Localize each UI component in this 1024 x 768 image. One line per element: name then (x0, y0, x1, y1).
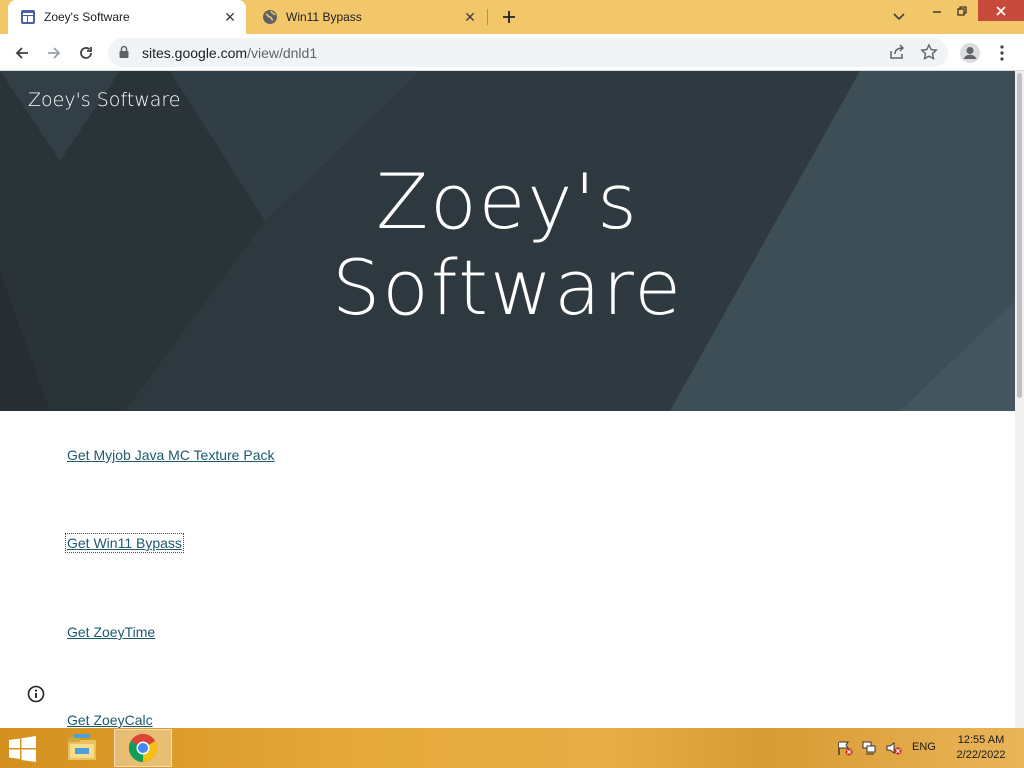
tab-search-button[interactable] (888, 7, 910, 27)
tab-separator (487, 9, 488, 25)
hero-banner: Zoey's Software Zoey's Software (0, 71, 1015, 411)
globe-icon (262, 9, 278, 25)
new-tab-button[interactable] (497, 5, 521, 29)
arrow-right-icon (48, 47, 61, 59)
chrome-icon (129, 734, 157, 762)
tab-win11-bypass[interactable]: Win11 Bypass ✕ (250, 0, 486, 34)
plus-icon (503, 11, 515, 23)
close-icon (996, 5, 1006, 16)
link-zoeycalc[interactable]: Get ZoeyCalc (67, 712, 153, 728)
restore-button[interactable] (950, 0, 974, 22)
close-window-button[interactable] (978, 0, 1024, 21)
windows-logo-icon (9, 736, 36, 762)
chevron-down-icon (893, 13, 905, 21)
google-sites-icon (20, 9, 36, 25)
info-icon (27, 685, 45, 703)
reload-button[interactable] (72, 39, 100, 67)
link-zoeytime[interactable]: Get ZoeyTime (67, 624, 155, 640)
link-win11-bypass[interactable]: Get Win11 Bypass (65, 533, 184, 553)
url-text[interactable]: sites.google.com/view/dnld1 (142, 45, 317, 61)
arrow-left-icon (15, 47, 28, 59)
forward-button[interactable] (40, 39, 68, 67)
site-name[interactable]: Zoey's Software (28, 89, 181, 111)
link-myjob-texture-pack[interactable]: Get Myjob Java MC Texture Pack (67, 447, 274, 463)
start-button[interactable] (8, 736, 40, 762)
hero-title-line-1: Zoey's (376, 157, 639, 246)
input-language[interactable]: ENG (912, 741, 936, 753)
windows-taskbar: ENG 12:55 AM 2/22/2022 (0, 728, 1024, 768)
volume-muted-icon[interactable] (885, 740, 903, 756)
page-viewport: Zoey's Software Zoey's Software Get Myjo… (0, 71, 1024, 728)
menu-button[interactable] (988, 39, 1016, 67)
taskbar-file-explorer[interactable] (53, 729, 111, 767)
restore-icon (957, 6, 967, 16)
browser-toolbar: sites.google.com/view/dnld1 (0, 34, 1024, 71)
profile-button[interactable] (956, 39, 984, 67)
scrollbar-thumb[interactable] (1017, 73, 1022, 398)
minimize-icon (933, 11, 941, 13)
reload-icon (80, 47, 92, 59)
avatar-icon (960, 43, 980, 63)
clock-time: 12:55 AM (957, 734, 1005, 746)
tab-title: Zoey's Software (44, 10, 130, 24)
url-path: /view/dnld1 (247, 45, 318, 61)
address-bar[interactable]: sites.google.com/view/dnld1 (108, 38, 948, 67)
back-button[interactable] (8, 39, 36, 67)
network-icon[interactable] (861, 740, 879, 756)
clock-date: 2/22/2022 (956, 749, 1006, 761)
bookmark-star-icon[interactable] (920, 43, 938, 66)
hero-title-line-2: Software (331, 243, 684, 332)
taskbar-chrome[interactable] (114, 729, 172, 767)
tab-strip: Zoey's Software ✕ Win11 Bypass ✕ (0, 0, 1024, 34)
kebab-menu-icon (1000, 45, 1004, 61)
url-host: sites.google.com (142, 45, 248, 61)
share-icon[interactable] (888, 43, 906, 66)
system-clock[interactable]: 12:55 AM 2/22/2022 (950, 733, 1012, 763)
lock-icon[interactable] (118, 45, 130, 64)
close-tab-icon[interactable]: ✕ (460, 7, 480, 27)
tab-zoeys-software[interactable]: Zoey's Software ✕ (8, 0, 246, 34)
site-info-button[interactable] (26, 684, 46, 704)
action-center-flag-icon[interactable] (836, 740, 854, 756)
page-scrollbar[interactable] (1015, 71, 1024, 728)
page-title: Zoey's Software (0, 159, 1015, 331)
minimize-button[interactable] (924, 0, 950, 22)
tab-title: Win11 Bypass (286, 10, 362, 24)
close-tab-icon[interactable]: ✕ (220, 7, 240, 27)
file-explorer-icon (68, 734, 96, 760)
